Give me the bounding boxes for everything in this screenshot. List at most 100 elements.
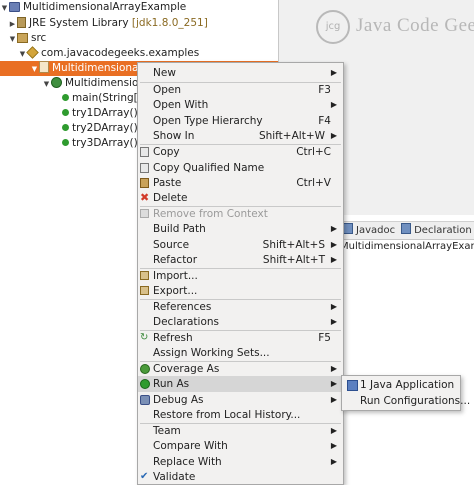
submenu-arrow-icon: ▶ bbox=[330, 426, 337, 435]
menu-item-label: Refactor bbox=[153, 254, 198, 266]
copy-qualified-icon bbox=[140, 163, 149, 173]
public-method-icon bbox=[62, 139, 69, 146]
package-label: com.javacodegeeks.examples bbox=[41, 47, 200, 59]
menu-item-run-as[interactable]: Run As ▶ bbox=[138, 376, 343, 392]
public-method-icon bbox=[62, 109, 69, 116]
menu-item-label: Source bbox=[153, 239, 190, 251]
menu-item-show-in[interactable]: Show In Shift+Alt+W ▶ bbox=[138, 128, 343, 144]
menu-item-run-configurations[interactable]: Run Configurations... bbox=[342, 393, 470, 409]
project-label: MultidimensionalArrayExample bbox=[23, 1, 187, 13]
import-icon bbox=[140, 271, 149, 280]
watermark-logo: jcg Java Code Geeks bbox=[316, 10, 474, 46]
package-icon bbox=[26, 46, 39, 59]
menu-item-source[interactable]: Source Shift+Alt+S ▶ bbox=[138, 237, 343, 253]
menu-item-label: Paste bbox=[153, 177, 182, 189]
source-folder-icon bbox=[17, 33, 28, 43]
menu-item-label: Remove from Context bbox=[153, 208, 268, 220]
library-icon bbox=[17, 17, 26, 28]
menu-item-replace-with[interactable]: Replace With ▶ bbox=[138, 454, 343, 470]
menu-item-shortcut: Shift+Alt+W bbox=[258, 130, 325, 142]
collapse-toggle-icon[interactable]: ▼ bbox=[18, 47, 27, 62]
menu-item-label: Open With bbox=[153, 99, 209, 111]
collapse-toggle-icon[interactable]: ▼ bbox=[30, 62, 39, 77]
submenu-arrow-icon: ▶ bbox=[330, 131, 337, 140]
menu-item-label: 1 Java Application bbox=[360, 379, 455, 391]
submenu-arrow-icon: ▶ bbox=[330, 457, 337, 466]
menu-item-open-type-hierarchy[interactable]: Open Type Hierarchy F4 bbox=[138, 113, 343, 129]
menu-item-declarations[interactable]: Declarations ▶ bbox=[138, 314, 343, 330]
menu-item-export[interactable]: Export... bbox=[138, 283, 343, 299]
menu-item-label: Open bbox=[153, 84, 182, 96]
tree-item-jre[interactable]: ▶ JRE System Library [jdk1.8.0_251] bbox=[8, 16, 208, 31]
public-method-icon bbox=[62, 124, 69, 131]
coverage-icon bbox=[140, 364, 150, 374]
tree-item-package[interactable]: ▼ com.javacodegeeks.examples bbox=[18, 46, 199, 61]
run-as-submenu: 1 Java Application Run Configurations... bbox=[341, 375, 470, 411]
tab-javadoc[interactable]: Javadoc bbox=[340, 222, 398, 239]
menu-item-label: Debug As bbox=[153, 394, 204, 406]
menu-item-refactor[interactable]: Refactor Shift+Alt+T ▶ bbox=[138, 252, 343, 268]
menu-item-label: Export... bbox=[153, 285, 198, 297]
menu-item-remove-from-context: Remove from Context bbox=[138, 206, 343, 222]
remove-context-icon bbox=[140, 209, 149, 218]
menu-item-new[interactable]: New ▶ bbox=[138, 65, 343, 81]
menu-item-label: Import... bbox=[153, 270, 198, 282]
menu-item-label: Run As bbox=[153, 378, 190, 390]
tree-item-method[interactable]: try1DArray() : bbox=[62, 106, 145, 121]
menu-item-shortcut: F4 bbox=[318, 115, 331, 127]
tree-item-method[interactable]: main(String[]) bbox=[62, 91, 146, 106]
menu-item-label: Declarations bbox=[153, 316, 220, 328]
menu-item-shortcut: F3 bbox=[318, 84, 331, 96]
menu-item-label: Replace With bbox=[153, 456, 222, 468]
tab-label: Javadoc bbox=[356, 225, 396, 236]
collapse-toggle-icon[interactable]: ▼ bbox=[0, 1, 9, 16]
declaration-view-text: MultidimensionalArrayExample bbox=[340, 241, 474, 252]
java-application-icon bbox=[347, 380, 358, 391]
menu-item-copy[interactable]: Copy Ctrl+C bbox=[138, 144, 343, 160]
tree-item-method[interactable]: try3DArray() : bbox=[62, 136, 145, 151]
tree-item-method[interactable]: try2DArray() : bbox=[62, 121, 145, 136]
menu-item-debug-as[interactable]: Debug As ▶ bbox=[138, 392, 343, 408]
tab-declaration[interactable]: Declaration bbox=[398, 222, 474, 239]
menu-item-shortcut: Ctrl+V bbox=[296, 177, 331, 189]
menu-item-coverage-as[interactable]: Coverage As ▶ bbox=[138, 361, 343, 377]
menu-item-shortcut: Ctrl+C bbox=[296, 146, 331, 158]
delete-icon: ✖ bbox=[140, 191, 150, 204]
menu-item-copy-qualified-name[interactable]: Copy Qualified Name bbox=[138, 160, 343, 176]
menu-item-java-application[interactable]: 1 Java Application bbox=[342, 377, 460, 393]
menu-item-label: Coverage As bbox=[153, 363, 220, 375]
src-label: src bbox=[31, 32, 47, 44]
menu-item-build-path[interactable]: Build Path ▶ bbox=[138, 221, 343, 237]
menu-item-delete[interactable]: ✖ Delete bbox=[138, 190, 343, 206]
submenu-arrow-icon: ▶ bbox=[330, 240, 337, 249]
menu-item-import[interactable]: Import... bbox=[138, 268, 343, 284]
menu-item-label: Team bbox=[153, 425, 181, 437]
menu-item-open[interactable]: Open F3 bbox=[138, 82, 343, 98]
export-icon bbox=[140, 286, 149, 295]
menu-item-label: New bbox=[153, 67, 176, 79]
menu-item-references[interactable]: References ▶ bbox=[138, 299, 343, 315]
submenu-arrow-icon: ▶ bbox=[330, 255, 337, 264]
tree-item-project[interactable]: ▼ MultidimensionalArrayExample bbox=[0, 0, 278, 15]
menu-item-assign-working-sets[interactable]: Assign Working Sets... bbox=[138, 345, 343, 361]
menu-item-paste[interactable]: Paste Ctrl+V bbox=[138, 175, 343, 191]
menu-item-label: Show In bbox=[153, 130, 195, 142]
menu-item-label: Build Path bbox=[153, 223, 206, 235]
tab-label: Declaration bbox=[414, 225, 472, 236]
paste-icon bbox=[140, 178, 149, 188]
jre-version: [jdk1.8.0_251] bbox=[131, 17, 208, 29]
menu-item-team[interactable]: Team ▶ bbox=[138, 423, 343, 439]
menu-item-shortcut: F5 bbox=[318, 332, 331, 344]
expand-toggle-icon[interactable]: ▶ bbox=[8, 17, 17, 32]
menu-item-open-with[interactable]: Open With ▶ bbox=[138, 97, 343, 113]
submenu-arrow-icon: ▶ bbox=[330, 317, 337, 326]
menu-item-compare-with[interactable]: Compare With ▶ bbox=[138, 438, 343, 454]
submenu-arrow-icon: ▶ bbox=[330, 395, 337, 404]
collapse-toggle-icon[interactable]: ▼ bbox=[42, 77, 51, 92]
tree-item-src[interactable]: ▼ src bbox=[8, 31, 47, 47]
collapse-toggle-icon[interactable]: ▼ bbox=[8, 32, 17, 47]
menu-item-refresh[interactable]: ↻ Refresh F5 bbox=[138, 330, 343, 346]
menu-item-shortcut: Shift+Alt+S bbox=[262, 239, 325, 251]
submenu-arrow-icon: ▶ bbox=[330, 68, 337, 77]
menu-item-restore-local-history[interactable]: Restore from Local History... bbox=[138, 407, 343, 423]
